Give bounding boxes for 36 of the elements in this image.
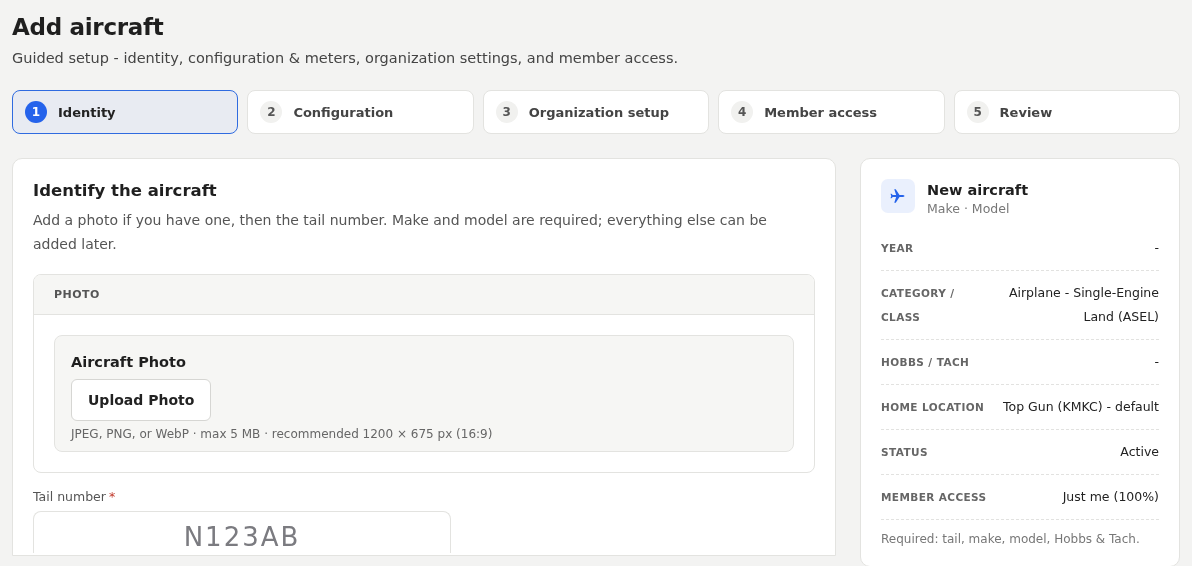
summary-title: New aircraft xyxy=(927,182,1029,198)
photo-hint: JPEG, PNG, or WebP · max 5 MB · recommended 1200 × 675 px (16:9) xyxy=(71,427,494,441)
summary-value: Airplane - Single-Engine Land (ASEL) xyxy=(1007,284,1159,326)
summary-value: Top Gun (KMKC) - default xyxy=(1003,398,1159,416)
summary-label: STATUS xyxy=(881,445,928,460)
summary-value: - xyxy=(1154,239,1159,257)
summary-note: Required: tail, make, model, Hobbs & Tach. xyxy=(881,532,1141,546)
section-heading: PHOTO xyxy=(34,275,814,315)
step-number: 3 xyxy=(495,101,518,123)
card-description: Add a photo if you have one, then the tail number. Make and model are required; everything else can be added later. xyxy=(33,211,768,254)
step-number: 5 xyxy=(966,101,989,123)
step-tab[interactable]: 5 Review xyxy=(953,90,1180,134)
step-number: 4 xyxy=(731,101,754,123)
airplane-icon xyxy=(881,179,915,213)
summary-label: MEMBER ACCESS xyxy=(881,490,987,505)
summary-label: CATEGORY / CLASS xyxy=(881,286,956,325)
step-number: 2 xyxy=(260,101,283,123)
summary-label: YEAR xyxy=(881,241,914,256)
page-title: Add aircraft xyxy=(12,14,165,40)
summary-label: HOME LOCATION xyxy=(881,400,985,415)
tail-number-label: Tail number * xyxy=(33,489,117,504)
summary-label: HOBBS / TACH xyxy=(881,355,970,370)
tail-number-field[interactable]: N123AB xyxy=(33,511,451,553)
upload-photo-button[interactable]: Upload Photo xyxy=(71,379,212,421)
card-title: Identify the aircraft xyxy=(33,181,218,200)
step-tab[interactable]: 4 Member access xyxy=(718,90,945,134)
step-tab[interactable]: 1 Identity xyxy=(12,90,239,134)
step-number: 1 xyxy=(25,101,47,123)
summary-value: Just me (100%) xyxy=(1062,488,1159,506)
step-tab[interactable]: 2 Configuration xyxy=(247,90,474,134)
summary-value: Active xyxy=(1120,443,1159,461)
summary-value: - xyxy=(1154,353,1159,371)
step-tab[interactable]: 3 Organization setup xyxy=(482,90,710,134)
photo-title: Aircraft Photo xyxy=(71,354,187,370)
summary-subtitle: Make · Model xyxy=(927,201,1011,216)
page-subtitle: Guided setup - identity, configuration & meters, organization settings, and member access. xyxy=(12,50,680,66)
